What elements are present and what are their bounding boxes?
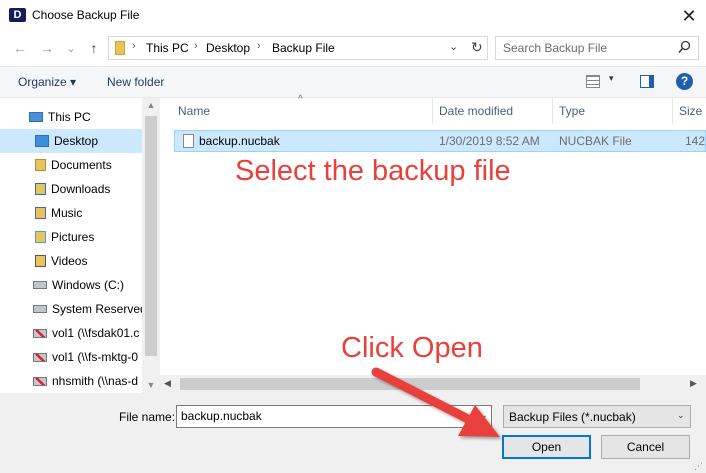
search-icon[interactable] [678,40,691,54]
sidebar-item-label: Pictures [51,230,95,244]
network-drive-disconnected-icon [33,352,47,362]
file-type-select[interactable]: Backup Files (*.nucbak) [503,405,691,428]
pictures-icon [35,231,46,243]
breadcrumb-desktop[interactable]: Desktop [206,41,250,55]
breadcrumb-separator: › [194,40,198,52]
resize-grip-icon[interactable]: ⋰ [694,461,703,472]
address-dropdown-icon[interactable]: ⌄ [449,40,458,53]
desktop-icon [35,135,49,147]
sidebar-item-documents[interactable]: Documents [0,153,142,177]
sidebar-item-label: Windows (C:) [52,278,125,292]
search-input[interactable]: Search Backup File [495,36,699,60]
sidebar-item-label: vol1 (\\fsdak01.c [52,326,140,340]
column-divider[interactable] [672,98,673,124]
navigation-pane: This PC Desktop Documents Downloads Musi… [0,98,160,393]
preview-pane-icon[interactable] [640,75,654,88]
documents-icon [35,159,46,171]
up-button[interactable]: ↑ [83,37,105,59]
search-placeholder: Search Backup File [503,41,608,55]
column-header-date[interactable]: Date modified [439,104,513,118]
cancel-button[interactable]: Cancel [601,435,690,459]
sidebar-item-label: vol1 (\\fs-mktg-0 [52,350,139,364]
command-toolbar: Organize ▾ New folder ▾ ? [0,66,706,98]
sort-ascending-icon: ^ [298,94,303,105]
sidebar-item-windows-c[interactable]: Windows (C:) [0,273,142,297]
sidebar-item-label: Downloads [51,182,111,196]
file-date: 1/30/2019 8:52 AM [439,134,540,148]
file-icon [183,134,194,148]
breadcrumb-backup-file[interactable]: Backup File [272,41,335,55]
drive-icon [33,281,47,289]
sidebar-item-label: Desktop [54,134,99,148]
scrollbar-thumb[interactable] [180,378,640,390]
breadcrumb-separator: › [132,40,136,52]
scroll-up-icon[interactable]: ▲ [142,100,160,110]
refresh-icon[interactable]: ↻ [471,39,483,56]
table-row[interactable]: backup.nucbak 1/30/2019 8:52 AM NUCBAK F… [174,130,706,152]
annotation-click-open: Click Open [341,332,483,364]
breadcrumb-this-pc[interactable]: This PC [146,41,189,55]
sidebar-item-nhsmith[interactable]: nhsmith (\\nas-d [0,369,142,393]
column-header-type[interactable]: Type [559,104,585,118]
chevron-down-icon[interactable]: ⌄ [677,410,685,421]
sidebar-item-label: Documents [51,158,112,172]
folder-icon [115,41,125,55]
view-options-icon[interactable] [586,75,600,88]
scrollbar-thumb[interactable] [145,116,157,356]
network-drive-disconnected-icon [33,376,47,386]
breadcrumb-separator: › [257,40,261,52]
sidebar-item-label: System Reserved [52,302,142,316]
file-size: 142 [685,134,706,148]
downloads-icon [35,183,46,195]
help-icon[interactable]: ? [676,73,693,90]
column-divider[interactable] [432,98,433,124]
scroll-left-icon[interactable]: ◀ [164,378,171,389]
file-name-input[interactable]: backup.nucbak [176,405,492,428]
sidebar-item-pictures[interactable]: Pictures [0,225,142,249]
music-icon [35,207,46,219]
organize-button[interactable]: Organize ▾ [18,75,76,89]
sidebar-item-vol1-fs-mktg[interactable]: vol1 (\\fs-mktg-0 [0,345,142,369]
file-type: NUCBAK File [559,134,632,148]
network-drive-disconnected-icon [33,328,47,338]
sidebar-item-this-pc[interactable]: This PC [0,105,142,129]
column-divider[interactable] [552,98,553,124]
horizontal-scrollbar[interactable]: ◀ ▶ [160,375,706,393]
dialog-footer: File name: backup.nucbak ⌄ Backup Files … [0,393,706,473]
computer-icon [29,112,43,122]
recent-locations-button[interactable]: ⌄ [60,37,82,59]
window-title: Choose Backup File [32,8,140,22]
file-name: backup.nucbak [199,134,280,148]
file-name-label: File name: [119,410,176,424]
sidebar-item-downloads[interactable]: Downloads [0,177,142,201]
sidebar-item-music[interactable]: Music [0,201,142,225]
drive-icon [33,305,47,313]
column-header-name[interactable]: Name [178,104,210,118]
sidebar-item-label: Music [51,206,83,220]
column-header-size[interactable]: Size [679,104,702,118]
forward-button[interactable]: → [36,37,58,59]
sidebar-item-label: This PC [48,110,91,124]
chevron-down-icon[interactable]: ⌄ [480,410,488,421]
sidebar-item-label: Videos [51,254,88,268]
videos-icon [35,255,46,267]
sidebar-item-desktop[interactable]: Desktop [0,129,142,153]
sidebar-item-vol1-fsdak01[interactable]: vol1 (\\fsdak01.c [0,321,142,345]
sidebar-item-label: nhsmith (\\nas-d [52,374,139,388]
close-button[interactable]: ✕ [672,0,706,32]
view-dropdown-icon[interactable]: ▾ [609,73,614,84]
nav-pane-scrollbar[interactable]: ▲ ▼ [142,98,160,393]
scroll-down-icon[interactable]: ▼ [142,380,160,390]
back-button[interactable]: ← [9,37,31,59]
new-folder-button[interactable]: New folder [107,75,164,89]
annotation-select-file: Select the backup file [235,155,511,187]
scroll-right-icon[interactable]: ▶ [690,378,697,389]
sidebar-item-videos[interactable]: Videos [0,249,142,273]
title-bar: D Choose Backup File ✕ [0,0,706,32]
app-logo-icon: D [9,8,26,22]
address-bar[interactable]: › This PC › Desktop › Backup File ⌄ ↻ [108,36,488,60]
open-button[interactable]: Open [502,435,591,459]
sidebar-item-system-reserved[interactable]: System Reserved [0,297,142,321]
